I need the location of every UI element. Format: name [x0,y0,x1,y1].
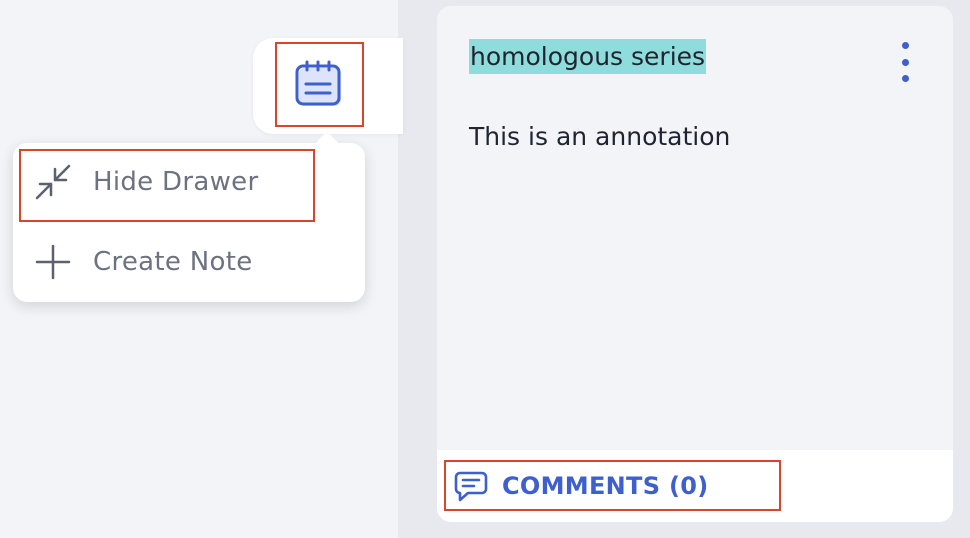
more-options-button[interactable] [893,42,917,82]
annotation-body: This is an annotation [469,122,731,151]
plus-icon [33,242,73,282]
notepad-icon [295,60,341,106]
notes-menu: Hide Drawer Create Note [13,143,365,302]
menu-item-label: Hide Drawer [93,167,259,197]
annotation-title[interactable]: homologous series [469,39,707,74]
menu-item-label: Create Note [93,247,253,277]
comments-label: COMMENTS (0) [502,471,709,500]
comment-icon [454,471,488,501]
notes-drawer-toggle-button[interactable] [275,42,364,127]
annotation-card: homologous series This is an annotation [437,6,953,522]
menu-item-create-note[interactable]: Create Note [13,229,365,295]
comments-button[interactable]: COMMENTS (0) [444,460,781,511]
collapse-arrows-icon [33,162,73,202]
menu-item-hide-drawer[interactable]: Hide Drawer [13,149,365,215]
page: Hide Drawer Create Note homologous serie… [0,0,970,538]
more-vertical-icon [901,75,909,82]
more-vertical-icon [901,42,909,49]
more-vertical-icon [901,58,909,66]
